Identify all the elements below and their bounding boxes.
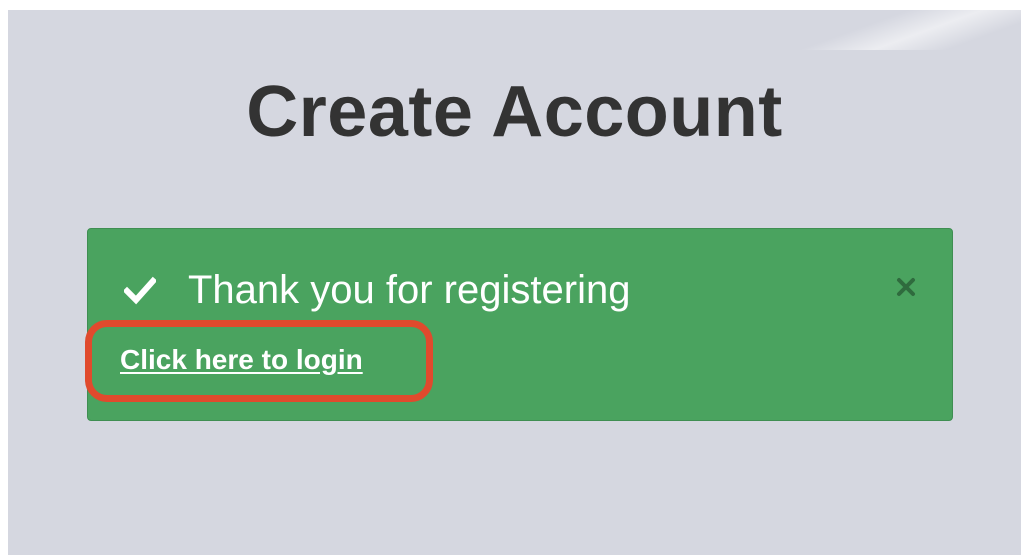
page-container: Create Account Thank you for registering… [8,10,1021,555]
success-alert: Thank you for registering Click here to … [85,228,953,421]
alert-header: Thank you for registering [122,265,631,315]
close-button[interactable] [894,275,918,299]
close-icon [896,277,916,297]
page-title: Create Account [246,72,783,152]
check-icon [122,274,158,306]
alert-message: Thank you for registering [188,268,631,312]
login-link[interactable]: Click here to login [120,343,363,377]
corner-shade [761,10,1021,50]
